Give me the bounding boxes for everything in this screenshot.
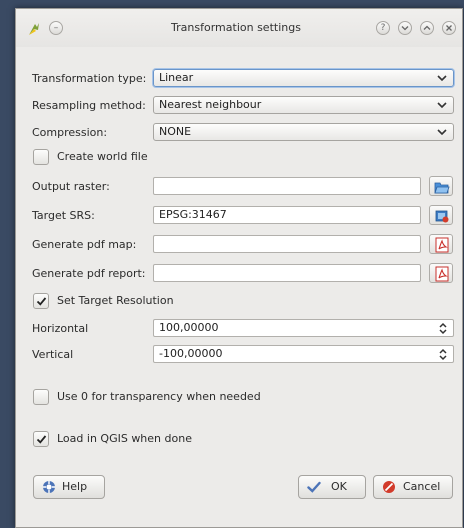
output-raster-label: Output raster: [32, 180, 110, 193]
close-button[interactable] [442, 21, 456, 35]
horizontal-label: Horizontal [32, 322, 89, 335]
generate-pdf-report-input[interactable] [153, 264, 421, 282]
resampling-method-select[interactable]: Nearest neighbour [153, 96, 454, 114]
checkbox-box[interactable] [33, 293, 49, 309]
cancel-button-label: Cancel [403, 480, 441, 493]
maximize-button[interactable] [420, 21, 434, 35]
checkmark-icon [36, 297, 47, 306]
vertical-resolution-spinbox[interactable]: -100,00000 [153, 345, 454, 363]
qgis-logo-icon [29, 23, 39, 35]
load-in-qgis-label: Load in QGIS when done [57, 432, 192, 445]
spin-arrows-icon[interactable] [438, 348, 448, 361]
compression-label: Compression: [32, 126, 108, 139]
compression-value: NONE [159, 125, 192, 138]
resampling-method-value: Nearest neighbour [159, 98, 262, 111]
chevron-down-icon [437, 102, 447, 109]
help-lifebuoy-icon [43, 481, 55, 493]
window-menu-button[interactable]: – [49, 21, 63, 35]
help-button[interactable]: Help [33, 475, 105, 499]
browse-pdf-report-button[interactable] [429, 263, 453, 283]
cancel-icon [383, 481, 395, 493]
transformation-type-label: Transformation type: [32, 72, 147, 85]
checkbox-box[interactable] [33, 389, 49, 405]
transformation-settings-dialog: – Transformation settings ? Transformati… [15, 8, 463, 528]
vertical-label: Vertical [32, 348, 74, 361]
browse-output-raster-button[interactable] [429, 176, 453, 196]
browse-pdf-map-button[interactable] [429, 234, 453, 254]
generate-pdf-map-input[interactable] [153, 235, 421, 253]
generate-pdf-report-label: Generate pdf report: [32, 267, 146, 280]
folder-open-icon [434, 182, 450, 194]
pdf-icon [435, 237, 449, 253]
help-title-button[interactable]: ? [376, 21, 390, 35]
target-srs-input[interactable]: EPSG:31467 [153, 206, 421, 224]
generate-pdf-map-label: Generate pdf map: [32, 238, 137, 251]
set-target-resolution-label: Set Target Resolution [57, 294, 174, 307]
crs-select-icon [435, 210, 449, 223]
vertical-value: -100,00000 [159, 347, 223, 360]
chevron-down-icon [437, 75, 447, 82]
compression-select[interactable]: NONE [153, 123, 454, 141]
resampling-method-label: Resampling method: [32, 99, 146, 112]
cancel-button[interactable]: Cancel [373, 475, 453, 499]
checkmark-icon [36, 435, 47, 444]
window-title: Transformation settings [171, 21, 301, 34]
horizontal-value: 100,00000 [159, 321, 219, 334]
target-srs-label: Target SRS: [32, 209, 95, 222]
create-world-file-label: Create world file [57, 150, 148, 163]
checkbox-box[interactable] [33, 149, 49, 165]
ok-button[interactable]: OK [298, 475, 366, 499]
transformation-type-select[interactable]: Linear [153, 69, 454, 87]
chevron-down-icon [437, 129, 447, 136]
ok-button-label: OK [331, 480, 347, 493]
horizontal-resolution-spinbox[interactable]: 100,00000 [153, 319, 454, 337]
select-crs-button[interactable] [429, 205, 453, 225]
help-button-label: Help [62, 480, 88, 493]
pdf-icon [435, 266, 449, 282]
minimize-button[interactable] [398, 21, 412, 35]
checkmark-icon [307, 481, 321, 493]
title-bar: – Transformation settings ? [16, 9, 462, 47]
output-raster-input[interactable] [153, 177, 421, 195]
transformation-type-value: Linear [159, 71, 194, 84]
checkbox-box[interactable] [33, 431, 49, 447]
use-zero-transparency-label: Use 0 for transparency when needed [57, 390, 261, 403]
spin-arrows-icon[interactable] [438, 322, 448, 335]
